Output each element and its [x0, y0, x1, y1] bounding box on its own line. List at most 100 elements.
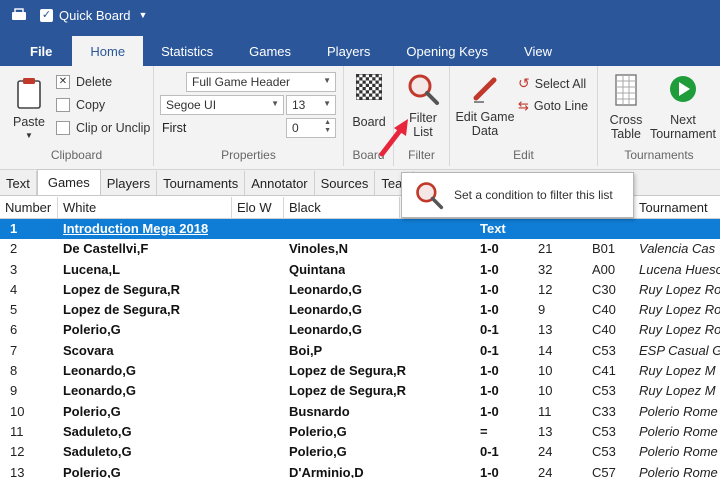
tab-games[interactable]: Games	[231, 36, 309, 66]
table-body: 1 Introduction Mega 2018 Text 2 De Castellvi…	[0, 219, 720, 478]
tab-home[interactable]: Home	[72, 36, 144, 66]
select-all-button[interactable]: ↺ Select All	[518, 75, 586, 92]
tab-opening-keys[interactable]: Opening Keys	[388, 36, 506, 66]
paste-dropdown-icon[interactable]: ▼	[8, 129, 50, 143]
cell-black: Polerio,G	[289, 444, 347, 460]
cell-number: 3	[10, 261, 18, 277]
cell-moves: 32	[538, 261, 553, 277]
cell-tournament: Ruy Lopez Ro	[639, 322, 720, 338]
edit-game-data-label-2: Data	[471, 124, 499, 138]
cell-number: 7	[10, 342, 18, 358]
clipboard-group-label: Clipboard	[50, 148, 103, 162]
header-tournament[interactable]: Tournament	[634, 197, 720, 219]
cell-eco: C30	[592, 281, 616, 297]
tournaments-group-label: Tournaments	[624, 148, 694, 162]
cell-result: =	[480, 423, 488, 439]
clipboard-group: Paste ▼ ✕ Delete Copy Clip or Unclip Cli…	[0, 66, 154, 166]
doc-tab-players[interactable]: Players	[101, 171, 158, 195]
header-select[interactable]: Full Game Header ▼	[186, 72, 336, 92]
cell-result: 1-0	[480, 302, 499, 318]
cell-tournament: Ruy Lopez M	[639, 363, 716, 379]
paste-button[interactable]: Paste ▼	[8, 76, 50, 143]
header-select-value: Full Game Header	[192, 75, 291, 89]
cell-moves: 10	[538, 363, 553, 379]
cell-eco: C33	[592, 403, 616, 419]
table-row[interactable]: 9 Leonardo,G Lopez de Segura,R 1-0 10 C53 Ruy …	[0, 381, 720, 401]
tab-players[interactable]: Players	[309, 36, 388, 66]
cell-tournament: Ruy Lopez Ro	[639, 302, 720, 318]
header-number[interactable]: Number	[0, 197, 58, 219]
cell-number: 9	[10, 383, 18, 399]
printer-icon[interactable]	[10, 7, 28, 23]
table-row[interactable]: 7 Scovara Boi,P 0-1 14 C53 ESP Casual G	[0, 341, 720, 361]
doc-tab-text[interactable]: Text	[0, 171, 37, 195]
doc-tab-tournaments[interactable]: Tournaments	[157, 171, 246, 195]
table-row[interactable]: 12 Saduleto,G Polerio,G 0-1 24 C53 Polerio Rom…	[0, 442, 720, 462]
goto-line-button[interactable]: ⇆ Goto Line	[518, 98, 588, 114]
cell-moves: 21	[538, 241, 553, 257]
edit-game-data-button[interactable]: Edit Game Data	[454, 74, 516, 138]
cell-moves: 14	[538, 342, 553, 358]
next-tournament-label-2: Tournament	[649, 127, 716, 141]
header-white[interactable]: White	[58, 197, 232, 219]
ribbon-tabs: File Home Statistics Games Players Openi…	[0, 30, 720, 66]
clip-unclip-button[interactable]: Clip or Unclip	[56, 121, 150, 135]
table-row[interactable]: 1 Introduction Mega 2018 Text	[0, 219, 720, 240]
cell-black: Leonardo,G	[289, 322, 362, 338]
doc-tab-games[interactable]: Games	[36, 169, 101, 195]
doc-tab-sources[interactable]: Sources	[315, 171, 376, 195]
cell-black: Leonardo,G	[289, 302, 362, 318]
cell-eco	[587, 219, 592, 239]
pen-icon	[473, 77, 497, 103]
delete-label: Delete	[76, 75, 113, 89]
select-all-label: Select All	[534, 76, 587, 91]
quick-access-dropdown-icon[interactable]: ▼	[139, 10, 148, 20]
cell-moves: 12	[538, 281, 553, 297]
copy-button[interactable]: Copy	[56, 98, 105, 112]
cell-tournament: ESP Casual G	[639, 342, 720, 358]
tab-statistics[interactable]: Statistics	[143, 36, 231, 66]
delete-button[interactable]: ✕ Delete	[56, 75, 112, 89]
next-arrow-icon	[670, 76, 696, 102]
table-row[interactable]: 5 Lopez de Segura,R Leonardo,G 1-0 9 C40 Ruy L…	[0, 300, 720, 320]
cell-moves: 9	[538, 302, 546, 318]
table-row[interactable]: 10 Polerio,G Busnardo 1-0 11 C33 Polerio Rome	[0, 402, 720, 422]
red-arrow-annotation	[379, 119, 408, 157]
goto-line-icon: ⇆	[518, 98, 529, 113]
header-black[interactable]: Black	[284, 197, 400, 219]
cell-tournament: Ruy Lopez M	[639, 383, 716, 399]
tab-view[interactable]: View	[506, 36, 570, 66]
cross-table-button[interactable]: Cross Table	[602, 74, 650, 141]
font-size-select[interactable]: 13 ▼	[286, 95, 336, 115]
cell-white: Saduleto,G	[63, 444, 132, 460]
table-row[interactable]: 13 Polerio,G D'Arminio,D 1-0 24 C57 Polerio Ro…	[0, 463, 720, 478]
next-tournament-button[interactable]: Next Tournament	[648, 74, 718, 141]
cell-result: 1-0	[480, 261, 499, 277]
table-row[interactable]: 8 Leonardo,G Lopez de Segura,R 1-0 10 C41 Ruy …	[0, 361, 720, 381]
cell-result: 0-1	[480, 342, 499, 358]
table-row[interactable]: 4 Lopez de Segura,R Leonardo,G 1-0 12 C30 Ruy …	[0, 280, 720, 300]
first-label: First	[162, 121, 187, 135]
table-row[interactable]: 6 Polerio,G Leonardo,G 0-1 13 C40 Ruy Lopez Ro	[0, 320, 720, 340]
quick-board-checkbox[interactable]: ✓	[40, 8, 53, 22]
table-row[interactable]: 2 De Castellvi,F Vinoles,N 1-0 21 B01 Valencia…	[0, 239, 720, 259]
font-size-value: 13	[292, 98, 306, 112]
spinner-arrows-icon[interactable]: ▲ ▼	[324, 119, 331, 135]
first-spinner[interactable]: 0 ▲ ▼	[286, 118, 336, 138]
tab-file[interactable]: File	[0, 36, 72, 66]
cell-white: Polerio,G	[63, 464, 121, 478]
header-elo-w[interactable]: Elo W	[232, 197, 284, 219]
cell-tournament: Ruy Lopez Ro	[639, 281, 720, 297]
edit-game-data-label-1: Edit Game	[455, 110, 515, 124]
cell-eco: B01	[592, 241, 616, 257]
cell-eco: C40	[592, 302, 616, 318]
table-row[interactable]: 11 Saduleto,G Polerio,G = 13 C53 Polerio Rome	[0, 422, 720, 442]
cell-result: 1-0	[480, 464, 499, 478]
font-select[interactable]: Segoe UI ▼	[160, 95, 284, 115]
doc-tab-annotator[interactable]: Annotator	[245, 171, 315, 195]
cell-white: De Castellvi,F	[63, 241, 149, 257]
table-row[interactable]: 3 Lucena,L Quintana 1-0 32 A00 Lucena Hueso	[0, 260, 720, 280]
cell-number: 4	[10, 281, 18, 297]
paste-label: Paste	[13, 115, 45, 129]
cell-result: 0-1	[480, 444, 499, 460]
